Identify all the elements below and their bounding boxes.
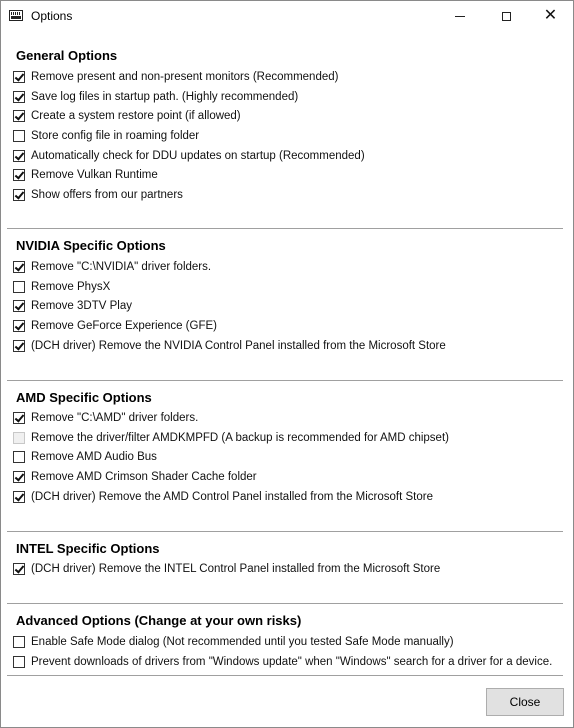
checkbox[interactable] — [13, 339, 25, 352]
checkbox[interactable] — [13, 90, 25, 103]
maximize-icon — [502, 11, 511, 21]
checkbox[interactable] — [13, 188, 25, 201]
option-label: Prevent downloads of drivers from "Windo… — [31, 655, 553, 668]
intel-options-title: INTEL Specific Options — [16, 541, 160, 556]
option-remove-nvidia-control-panel[interactable]: (DCH driver) Remove the NVIDIA Control P… — [13, 337, 446, 354]
option-label: Remove Vulkan Runtime — [31, 168, 158, 181]
option-remove-3dtv[interactable]: Remove 3DTV Play — [13, 297, 132, 314]
checkbox[interactable] — [13, 470, 25, 483]
option-label: (DCH driver) Remove the INTEL Control Pa… — [31, 562, 441, 575]
option-label: Save log files in startup path. (Highly … — [31, 90, 299, 103]
checkbox[interactable] — [13, 655, 25, 668]
option-remove-monitors[interactable]: Remove present and non-present monitors … — [13, 68, 338, 85]
window-title: Options — [31, 9, 73, 23]
amd-options-title: AMD Specific Options — [16, 390, 152, 405]
option-roaming-config[interactable]: Store config file in roaming folder — [13, 127, 199, 144]
option-label: (DCH driver) Remove the NVIDIA Control P… — [31, 339, 446, 352]
option-label: Remove AMD Audio Bus — [31, 450, 157, 463]
checkbox[interactable] — [13, 70, 25, 83]
option-save-log-files[interactable]: Save log files in startup path. (Highly … — [13, 88, 298, 105]
section-divider — [7, 228, 563, 229]
title-bar[interactable]: Options ✕ — [1, 1, 573, 32]
option-remove-vulkan[interactable]: Remove Vulkan Runtime — [13, 166, 158, 183]
close-window-button[interactable]: ✕ — [528, 1, 573, 31]
checkbox[interactable] — [13, 299, 25, 312]
checkbox[interactable] — [13, 149, 25, 162]
option-check-updates[interactable]: Automatically check for DDU updates on s… — [13, 147, 365, 164]
footer-divider — [7, 675, 563, 676]
option-show-offers[interactable]: Show offers from our partners — [13, 186, 183, 203]
maximize-button[interactable] — [484, 1, 529, 31]
option-enable-safe-mode-dialog[interactable]: Enable Safe Mode dialog (Not recommended… — [13, 633, 454, 650]
checkbox[interactable] — [13, 319, 25, 332]
checkbox[interactable] — [13, 280, 25, 293]
option-remove-amd-folders[interactable]: Remove "C:\AMD" driver folders. — [13, 409, 198, 426]
app-icon — [9, 10, 23, 21]
option-label: Remove "C:\AMD" driver folders. — [31, 411, 199, 424]
option-restore-point[interactable]: Create a system restore point (if allowe… — [13, 107, 241, 124]
general-options-title: General Options — [16, 48, 118, 63]
checkbox[interactable] — [13, 411, 25, 424]
option-label: Remove "C:\NVIDIA" driver folders. — [31, 260, 212, 273]
option-label: Create a system restore point (if allowe… — [31, 109, 241, 122]
checkbox[interactable] — [13, 109, 25, 122]
checkbox[interactable] — [13, 431, 25, 444]
options-window: Options ✕ General Options Remove present… — [0, 0, 574, 728]
minimize-button[interactable] — [437, 1, 482, 31]
option-label: Remove 3DTV Play — [31, 299, 132, 312]
option-label: Remove AMD Crimson Shader Cache folder — [31, 470, 257, 483]
checkbox[interactable] — [13, 168, 25, 181]
option-remove-nvidia-folders[interactable]: Remove "C:\NVIDIA" driver folders. — [13, 258, 211, 275]
checkbox[interactable] — [13, 562, 25, 575]
option-label: Store config file in roaming folder — [31, 129, 200, 142]
option-label: Show offers from our partners — [31, 188, 183, 201]
section-divider — [7, 603, 563, 604]
close-button[interactable]: Close — [486, 688, 564, 716]
option-remove-amd-audio-bus[interactable]: Remove AMD Audio Bus — [13, 448, 157, 465]
option-remove-physx[interactable]: Remove PhysX — [13, 278, 110, 295]
checkbox[interactable] — [13, 635, 25, 648]
option-label: Remove present and non-present monitors … — [31, 70, 339, 83]
option-remove-amd-control-panel[interactable]: (DCH driver) Remove the AMD Control Pane… — [13, 488, 433, 505]
section-divider — [7, 380, 563, 381]
option-label: Automatically check for DDU updates on s… — [31, 149, 365, 162]
nvidia-options-title: NVIDIA Specific Options — [16, 238, 166, 253]
option-remove-gfe[interactable]: Remove GeForce Experience (GFE) — [13, 317, 217, 334]
option-label: Enable Safe Mode dialog (Not recommended… — [31, 635, 454, 648]
minimize-icon — [454, 15, 465, 17]
checkbox[interactable] — [13, 450, 25, 463]
option-remove-intel-control-panel[interactable]: (DCH driver) Remove the INTEL Control Pa… — [13, 560, 440, 577]
option-remove-shader-cache[interactable]: Remove AMD Crimson Shader Cache folder — [13, 468, 257, 485]
close-icon: ✕ — [543, 7, 558, 24]
checkbox[interactable] — [13, 129, 25, 142]
option-prevent-windows-update-drivers[interactable]: Prevent downloads of drivers from "Windo… — [13, 653, 552, 670]
option-label: Remove the driver/filter AMDKMPFD (A bac… — [31, 431, 449, 444]
checkbox[interactable] — [13, 490, 25, 503]
option-label: Remove PhysX — [31, 280, 111, 293]
section-divider — [7, 531, 563, 532]
option-label: Remove GeForce Experience (GFE) — [31, 319, 217, 332]
option-label: (DCH driver) Remove the AMD Control Pane… — [31, 490, 434, 503]
checkbox[interactable] — [13, 260, 25, 273]
advanced-options-title: Advanced Options (Change at your own ris… — [16, 613, 302, 628]
option-remove-amdkmpfd[interactable]: Remove the driver/filter AMDKMPFD (A bac… — [13, 429, 449, 446]
